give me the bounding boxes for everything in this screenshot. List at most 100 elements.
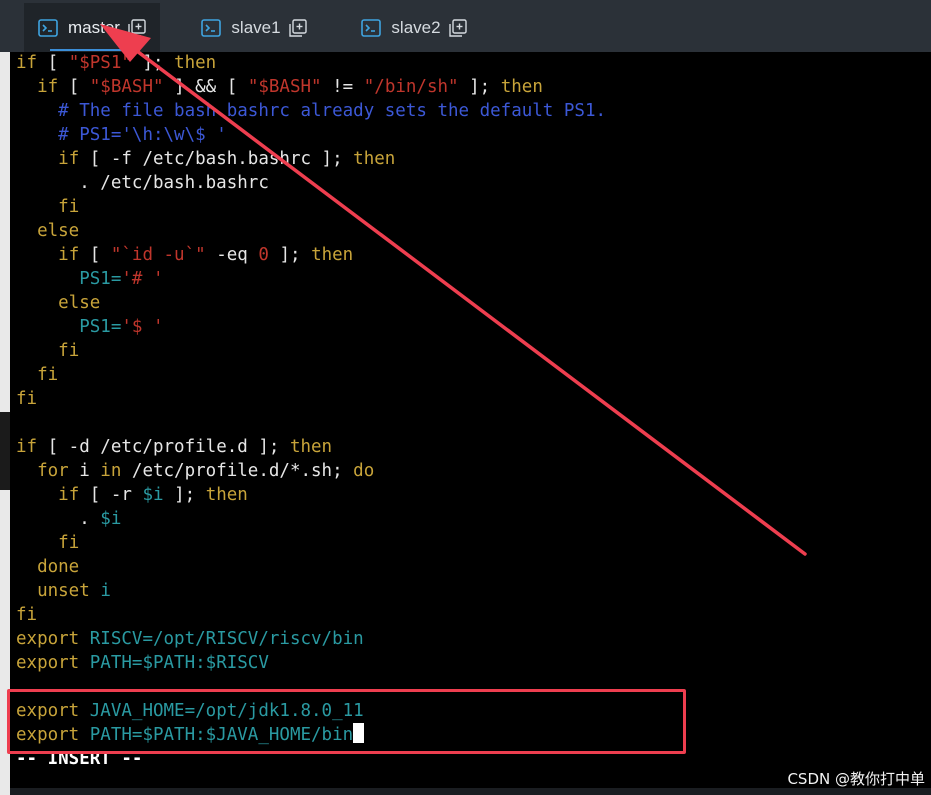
code-token: else — [37, 221, 80, 241]
code-token: fi — [58, 533, 80, 553]
tab-slave1[interactable]: slave1 — [180, 3, 328, 52]
terminal-line: if [ "$BASH" ] && [ "$BASH" != "/bin/sh"… — [16, 75, 543, 99]
window-edge — [0, 52, 10, 795]
code-token: else — [58, 293, 101, 313]
code-token: ]; — [268, 245, 312, 265]
code-token: [ -d /etc/profile.d ]; — [37, 437, 290, 457]
window-edge-shade — [0, 412, 10, 490]
code-token: fi — [16, 605, 38, 625]
code-token: i — [100, 581, 111, 601]
terminal-line: . $i — [16, 507, 121, 531]
code-token: then — [174, 53, 217, 73]
code-token: '# ' — [121, 269, 164, 289]
code-token: if — [58, 485, 80, 505]
code-token: "$BASH" — [247, 77, 322, 97]
code-token: # The file bash.bashrc already sets the … — [58, 101, 607, 121]
terminal-line: PS1='# ' — [16, 267, 164, 291]
code-token: /etc/profile.d/*.sh; — [121, 461, 354, 481]
code-token: [ — [37, 53, 69, 73]
code-token: ]; — [458, 77, 501, 97]
code-token: then — [289, 437, 333, 457]
tab-slave2[interactable]: slave2 — [340, 3, 488, 52]
highlight-box — [7, 689, 686, 754]
code-token: [ -r — [79, 485, 143, 505]
code-token: "`id -u`" — [110, 245, 206, 265]
code-token: ] && [ — [163, 77, 248, 97]
code-token: in — [100, 461, 122, 481]
terminal-line: fi — [16, 387, 37, 411]
bottom-bar — [10, 788, 931, 795]
terminal-line: if [ -r $i ]; then — [16, 483, 248, 507]
tab-master[interactable]: master — [24, 3, 160, 52]
terminal-line: if [ -f /etc/bash.bashrc ]; then — [16, 147, 395, 171]
terminal-line: PS1='$ ' — [16, 315, 163, 339]
duplicate-icon[interactable] — [448, 18, 467, 37]
watermark: CSDN @教你打中单 — [787, 770, 925, 788]
code-token: if — [58, 149, 80, 169]
code-token: unset — [37, 581, 90, 601]
terminal-line: fi — [16, 339, 79, 363]
code-token: [ — [58, 77, 90, 97]
terminal-line: fi — [16, 363, 58, 387]
tab-label: master — [68, 17, 120, 37]
duplicate-icon[interactable] — [288, 18, 307, 37]
code-token: then — [500, 77, 543, 97]
code-token: PS1= — [79, 317, 122, 337]
code-token: then — [205, 485, 248, 505]
code-token: fi — [58, 197, 80, 217]
terminal-line: fi — [16, 603, 37, 627]
code-token: do — [353, 461, 375, 481]
code-token: $i — [100, 509, 122, 529]
code-token: . /etc/bash.bashrc — [16, 173, 269, 193]
terminal-line: # PS1='\h:\w\$ ' — [16, 123, 227, 147]
terminal-line: fi — [16, 531, 79, 555]
terminal-line: fi — [16, 195, 79, 219]
code-token: # PS1='\h:\w\$ ' — [58, 125, 227, 145]
code-token: i — [68, 461, 101, 481]
code-token: fi — [16, 389, 38, 409]
code-token: $i — [142, 485, 164, 505]
code-token: ]; — [163, 485, 206, 505]
terminal-line: unset i — [16, 579, 111, 603]
code-token: for — [37, 461, 69, 481]
code-token: export — [16, 629, 80, 649]
terminal-line: if [ "$PS1" ]; then — [16, 51, 216, 75]
tab-label: slave2 — [391, 17, 441, 37]
code-token: "$BASH" — [89, 77, 164, 97]
code-token: RISCV=/opt/RISCV/riscv/bin — [89, 629, 364, 649]
code-token: fi — [58, 341, 80, 361]
code-token: . — [16, 509, 101, 529]
terminal-line: if [ -d /etc/profile.d ]; then — [16, 435, 332, 459]
code-token: if — [16, 437, 38, 457]
code-token: PATH=$PATH:$RISCV — [89, 653, 269, 673]
terminal-icon — [201, 18, 222, 37]
code-token: ]; — [131, 53, 175, 73]
code-token: PS1= — [79, 269, 122, 289]
terminal-line: . /etc/bash.bashrc — [16, 171, 269, 195]
terminal-line: else — [16, 291, 100, 315]
code-token: if — [16, 53, 38, 73]
terminal-line: done — [16, 555, 79, 579]
code-token: != — [321, 77, 364, 97]
code-token: fi — [37, 365, 59, 385]
terminal-line: # The file bash.bashrc already sets the … — [16, 99, 606, 123]
duplicate-icon[interactable] — [128, 18, 146, 37]
code-token: then — [353, 149, 396, 169]
code-token: if — [37, 77, 59, 97]
code-token: 0 — [258, 245, 269, 265]
tab-label: slave1 — [231, 17, 281, 37]
